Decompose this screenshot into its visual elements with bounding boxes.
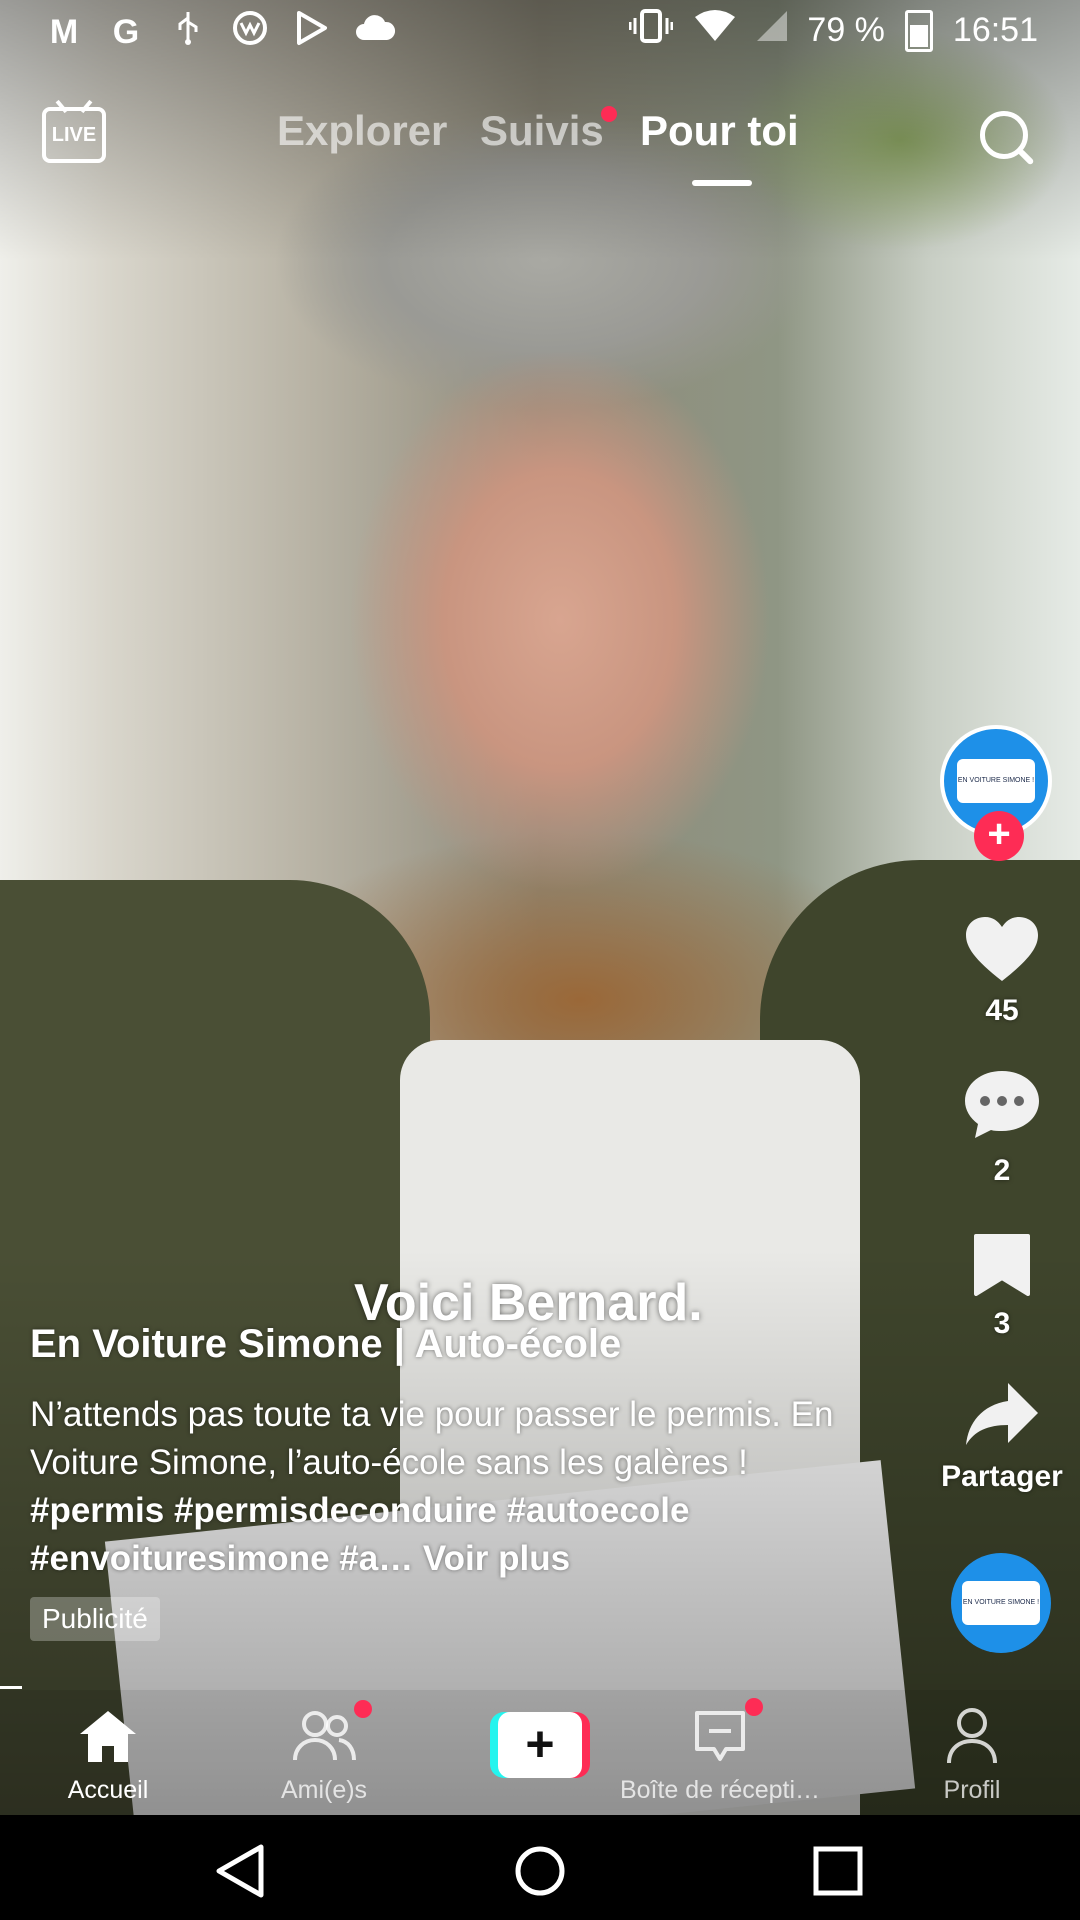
active-tab-indicator — [692, 180, 752, 186]
create-button[interactable]: + — [490, 1712, 590, 1778]
gmail-icon: M — [49, 13, 79, 51]
nav-friends-label: Ami(e)s — [280, 1776, 368, 1804]
plus-icon: + — [498, 1712, 582, 1778]
post-description[interactable]: N’attends pas toute ta vie pour passer l… — [30, 1391, 850, 1583]
bookmark-icon — [974, 1234, 1030, 1296]
music-disc[interactable]: EN VOITURE SIMONE ! — [951, 1553, 1051, 1653]
share-button[interactable]: Partager — [940, 1379, 1064, 1494]
nav-profile[interactable]: Profil — [872, 1704, 1072, 1805]
tab-explorer[interactable]: Explorer — [277, 107, 447, 155]
share-label: Partager — [941, 1460, 1063, 1493]
back-icon[interactable] — [213, 1843, 269, 1899]
account-name[interactable]: En Voiture Simone | Auto-école — [30, 1322, 850, 1367]
home-circle-icon[interactable] — [512, 1843, 568, 1899]
live-button[interactable]: LIVE — [42, 107, 106, 163]
no-sim-icon — [757, 9, 788, 52]
like-count: 45 — [985, 994, 1019, 1027]
friends-icon — [293, 1711, 356, 1761]
nav-home[interactable]: Accueil — [8, 1704, 208, 1805]
wifi-icon — [693, 9, 737, 52]
nav-inbox-label: Boîte de récepti… — [619, 1776, 821, 1804]
post-info: En Voiture Simone | Auto-école N’attends… — [30, 1322, 850, 1641]
heart-icon — [966, 917, 1038, 981]
friends-notification-dot — [354, 1700, 372, 1718]
usb-icon — [168, 10, 208, 55]
vibrate-icon — [628, 8, 674, 53]
save-count: 3 — [993, 1307, 1011, 1340]
nav-profile-label: Profil — [943, 1776, 1001, 1804]
avatar-logo: EN VOITURE SIMONE ! — [957, 759, 1035, 803]
description-text: N’attends pas toute ta vie pour passer l… — [30, 1395, 834, 1482]
status-bar: M G 79 % 16:51 — [0, 0, 1080, 60]
follow-button[interactable]: + — [974, 811, 1024, 861]
comment-icon — [965, 1071, 1039, 1138]
disc-logo: EN VOITURE SIMONE ! — [962, 1581, 1040, 1625]
bottom-nav: Accueil Ami(e)s + Boîte de récepti… Prof… — [0, 1690, 1080, 1815]
see-more-link[interactable]: Voir plus — [413, 1539, 570, 1578]
save-button[interactable]: 3 — [940, 1232, 1064, 1341]
clock: 16:51 — [952, 11, 1038, 49]
nav-inbox[interactable]: Boîte de récepti… — [585, 1698, 855, 1805]
comment-count: 2 — [993, 1154, 1011, 1187]
comment-button[interactable]: 2 — [940, 1067, 1064, 1188]
live-label: LIVE — [51, 123, 97, 146]
profile-icon — [947, 1708, 997, 1764]
play-store-icon — [292, 10, 332, 55]
cloud-icon — [354, 13, 396, 52]
inbox-icon — [695, 1711, 745, 1761]
top-nav: LIVE Explorer Suivis Pour toi — [0, 95, 1080, 195]
tab-pour-toi[interactable]: Pour toi — [640, 107, 799, 155]
notification-icons: M G — [44, 10, 396, 55]
tab-suivis-notification-dot — [601, 106, 617, 122]
sponsored-badge: Publicité — [30, 1597, 160, 1641]
android-navigation-bar — [0, 1815, 1080, 1920]
system-indicators: 79 % 16:51 — [628, 8, 1038, 53]
nav-home-label: Accueil — [67, 1776, 149, 1804]
share-arrow-icon — [966, 1383, 1038, 1445]
battery-icon — [904, 9, 933, 52]
inbox-notification-dot — [745, 1698, 763, 1716]
search-icon[interactable] — [980, 111, 1028, 159]
plus-icon: + — [987, 812, 1011, 856]
like-button[interactable]: 45 — [940, 915, 1064, 1028]
hashtags[interactable]: #permis #permisdeconduire #autoecole #en… — [30, 1491, 689, 1578]
home-icon — [80, 1711, 136, 1762]
tab-suivis[interactable]: Suivis — [480, 107, 604, 155]
recents-icon[interactable] — [812, 1845, 864, 1897]
nav-friends[interactable]: Ami(e)s — [224, 1700, 424, 1805]
world-icon — [230, 10, 270, 55]
video-progress-bar[interactable] — [0, 1686, 22, 1689]
google-icon: G — [112, 13, 140, 51]
battery-percent: 79 % — [807, 11, 885, 49]
